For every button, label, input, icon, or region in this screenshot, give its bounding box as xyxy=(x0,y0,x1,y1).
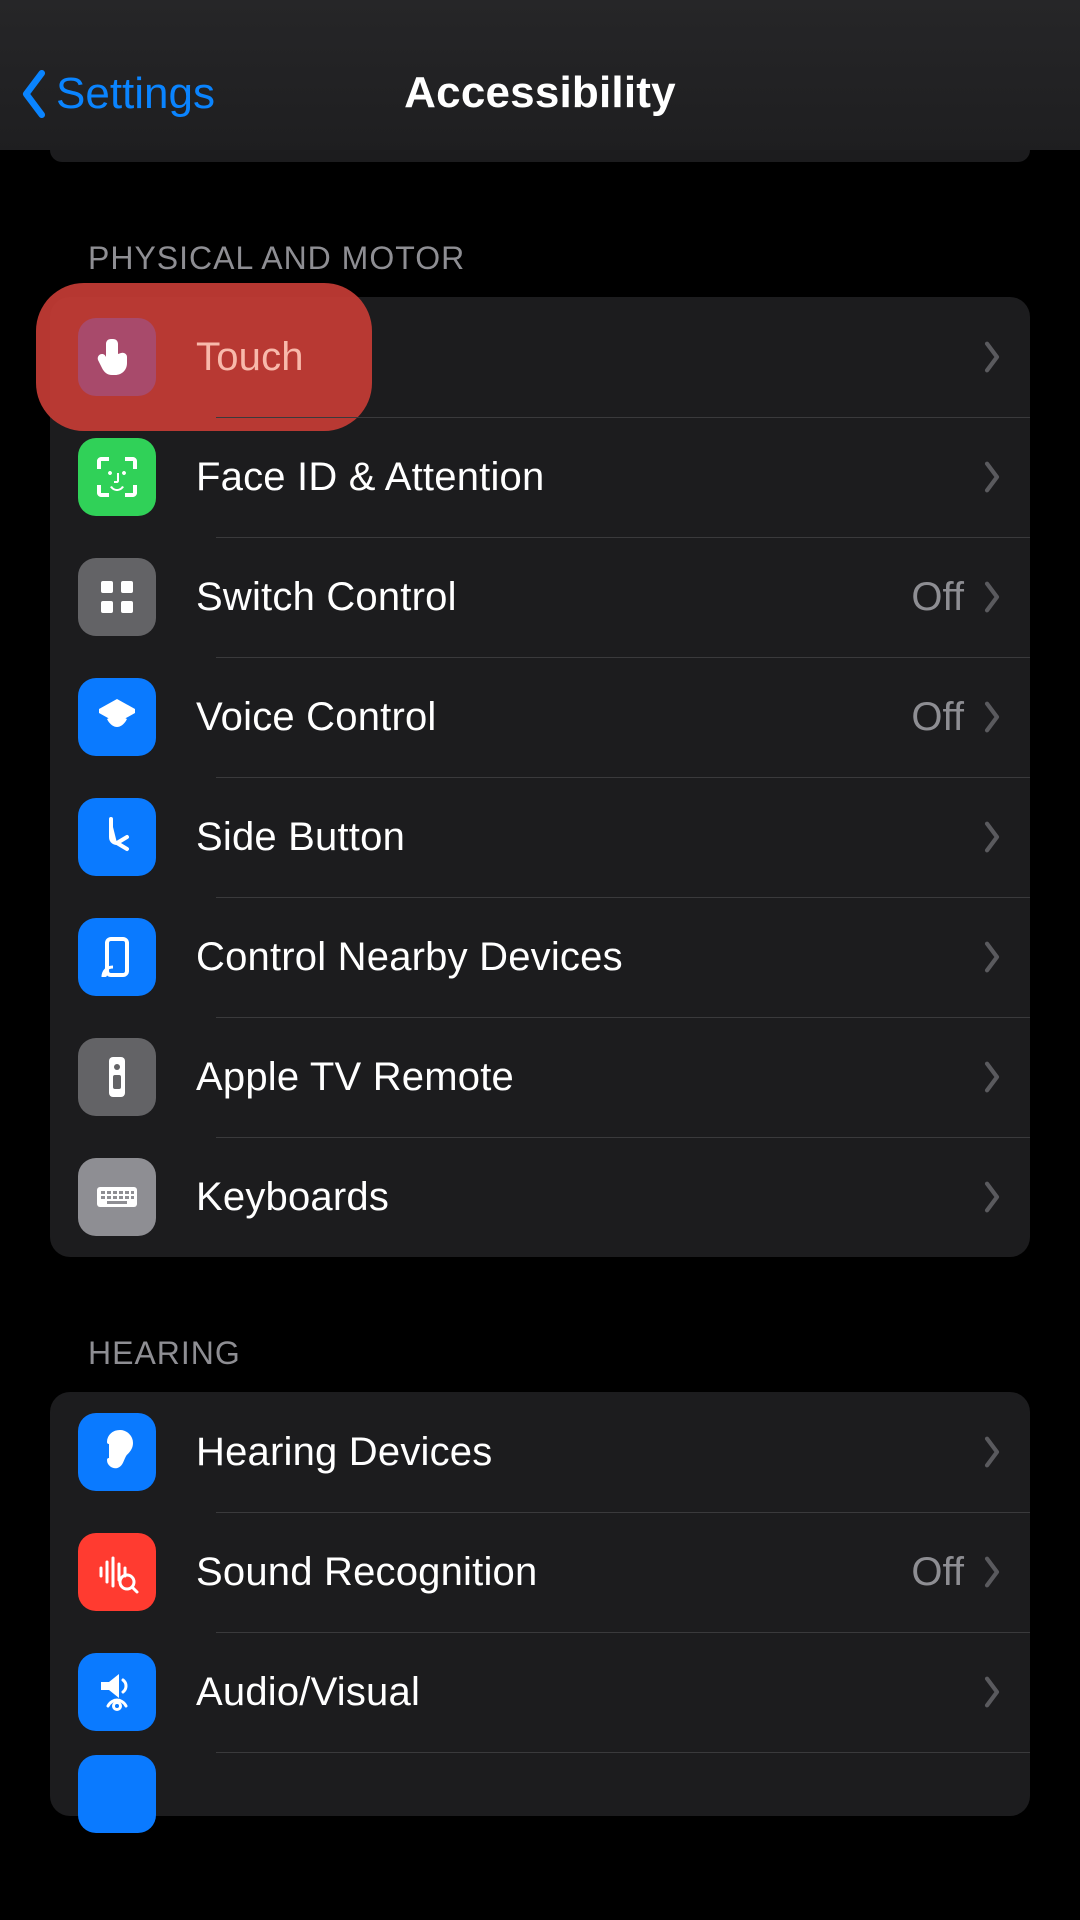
group-hearing: Hearing Devices Sound Recognition Off Au… xyxy=(50,1392,1030,1816)
tvremote-icon xyxy=(78,1038,156,1116)
row-label: Apple TV Remote xyxy=(196,1055,514,1100)
voice-icon xyxy=(78,678,156,756)
content-scroll[interactable]: PHYSICAL AND MOTOR Touch Face ID & Atten… xyxy=(0,150,1080,1816)
back-label: Settings xyxy=(56,69,215,119)
row-apple-tv-remote[interactable]: Apple TV Remote xyxy=(50,1017,1030,1137)
peek-icon xyxy=(78,1755,156,1833)
chevron-right-icon xyxy=(982,820,1002,854)
chevron-right-icon xyxy=(982,1555,1002,1589)
row-label: Face ID & Attention xyxy=(196,455,544,500)
chevron-right-icon xyxy=(982,1675,1002,1709)
row-sound-recognition[interactable]: Sound Recognition Off xyxy=(50,1512,1030,1632)
row-label: Hearing Devices xyxy=(196,1430,492,1475)
row-value: Off xyxy=(911,1550,964,1595)
chevron-left-icon xyxy=(18,68,50,120)
row-switch-control[interactable]: Switch Control Off xyxy=(50,537,1030,657)
faceid-icon xyxy=(78,438,156,516)
ear-icon xyxy=(78,1413,156,1491)
row-label: Switch Control xyxy=(196,575,457,620)
audiovisual-icon xyxy=(78,1653,156,1731)
row-touch[interactable]: Touch xyxy=(50,297,1030,417)
row-label: Keyboards xyxy=(196,1175,389,1220)
chevron-right-icon xyxy=(982,460,1002,494)
chevron-right-icon xyxy=(982,580,1002,614)
chevron-right-icon xyxy=(982,1060,1002,1094)
navbar: Settings Accessibility xyxy=(0,0,1080,150)
row-hearing-devices[interactable]: Hearing Devices xyxy=(50,1392,1030,1512)
group-physical: Touch Face ID & Attention Switch Control… xyxy=(50,297,1030,1257)
row-label: Touch xyxy=(196,335,304,380)
row-side-button[interactable]: Side Button xyxy=(50,777,1030,897)
chevron-right-icon xyxy=(982,1180,1002,1214)
touch-icon xyxy=(78,318,156,396)
section-header-physical: PHYSICAL AND MOTOR xyxy=(88,240,1030,277)
row-keyboards[interactable]: Keyboards xyxy=(50,1137,1030,1257)
chevron-right-icon xyxy=(982,1435,1002,1469)
row-voice-control[interactable]: Voice Control Off xyxy=(50,657,1030,777)
back-button[interactable]: Settings xyxy=(18,68,215,120)
row-label: Sound Recognition xyxy=(196,1550,537,1595)
row-value: Off xyxy=(911,695,964,740)
row-label: Side Button xyxy=(196,815,405,860)
switch-icon xyxy=(78,558,156,636)
chevron-right-icon xyxy=(982,700,1002,734)
previous-group-edge xyxy=(50,150,1030,162)
row-peek[interactable] xyxy=(50,1752,1030,1816)
nearby-icon xyxy=(78,918,156,996)
soundrec-icon xyxy=(78,1533,156,1611)
row-faceid[interactable]: Face ID & Attention xyxy=(50,417,1030,537)
chevron-right-icon xyxy=(982,340,1002,374)
row-audio-visual[interactable]: Audio/Visual xyxy=(50,1632,1030,1752)
keyboard-icon xyxy=(78,1158,156,1236)
row-label: Control Nearby Devices xyxy=(196,935,623,980)
row-control-nearby[interactable]: Control Nearby Devices xyxy=(50,897,1030,1017)
row-label: Audio/Visual xyxy=(196,1670,420,1715)
section-header-hearing: HEARING xyxy=(88,1335,1030,1372)
row-label: Voice Control xyxy=(196,695,437,740)
chevron-right-icon xyxy=(982,940,1002,974)
sidebutton-icon xyxy=(78,798,156,876)
row-value: Off xyxy=(911,575,964,620)
